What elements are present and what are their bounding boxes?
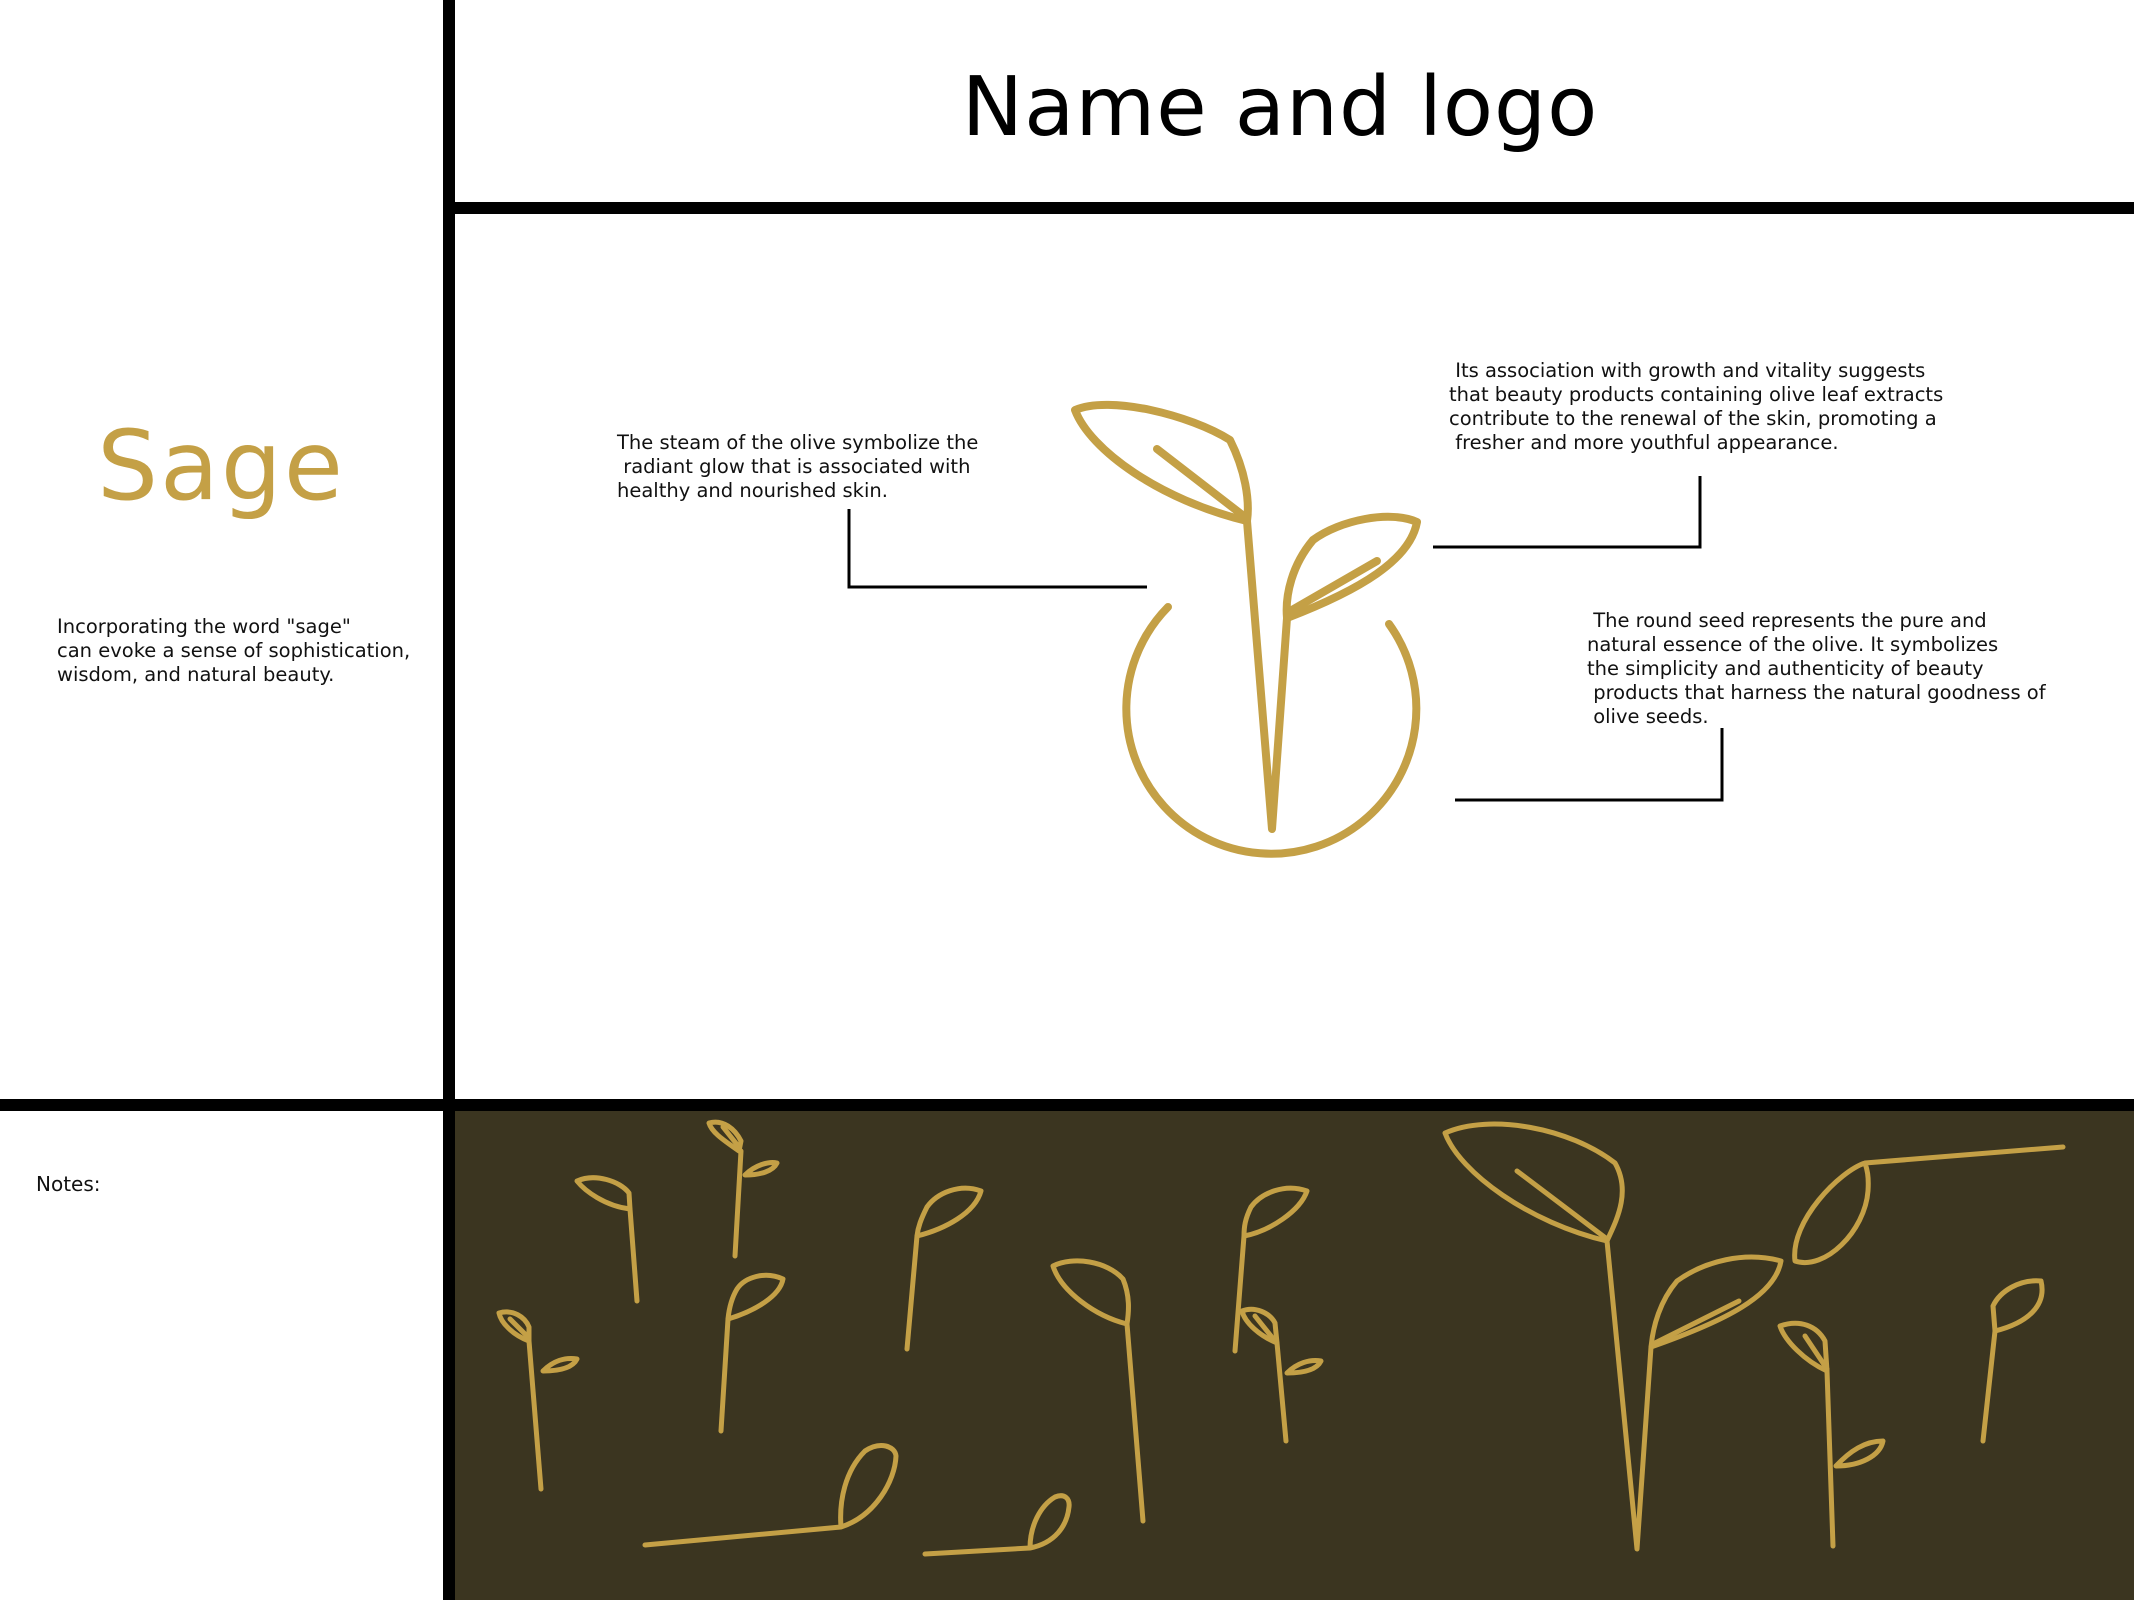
pattern-sprout-1 bbox=[574, 1175, 640, 1304]
pattern-sprout-5 bbox=[1050, 1258, 1146, 1524]
pattern-sprout-7 bbox=[1980, 1278, 2045, 1444]
sprout-pattern-panel bbox=[455, 1111, 2134, 1600]
pattern-sprout-6 bbox=[1232, 1185, 1310, 1354]
logo-stem bbox=[1243, 517, 1291, 833]
sprout-pattern bbox=[496, 1119, 2066, 1557]
pattern-leaf-bottom-2 bbox=[922, 1493, 1072, 1557]
pattern-leaf-topright bbox=[1792, 1144, 2066, 1265]
pattern-sprout-10 bbox=[496, 1309, 580, 1492]
pattern-sprout-2 bbox=[706, 1119, 780, 1259]
sprout-in-seed-logo bbox=[1071, 400, 1421, 858]
pattern-leaf-bottom-1 bbox=[642, 1443, 899, 1548]
pattern-sprout-8 bbox=[1777, 1320, 1886, 1549]
pattern-sprout-large bbox=[1442, 1121, 1784, 1552]
pattern-sprout-9 bbox=[1239, 1306, 1324, 1444]
leader-line-seed bbox=[1455, 728, 1724, 802]
logo-diagram bbox=[847, 400, 1724, 858]
pattern-sprout-3 bbox=[718, 1272, 786, 1434]
notes-label: Notes: bbox=[36, 1172, 101, 1196]
pattern-sprout-4 bbox=[904, 1185, 984, 1352]
divider-bottom bbox=[0, 1099, 2134, 1111]
leader-line-stem bbox=[847, 509, 1147, 589]
leader-line-leaves bbox=[1433, 476, 1702, 549]
